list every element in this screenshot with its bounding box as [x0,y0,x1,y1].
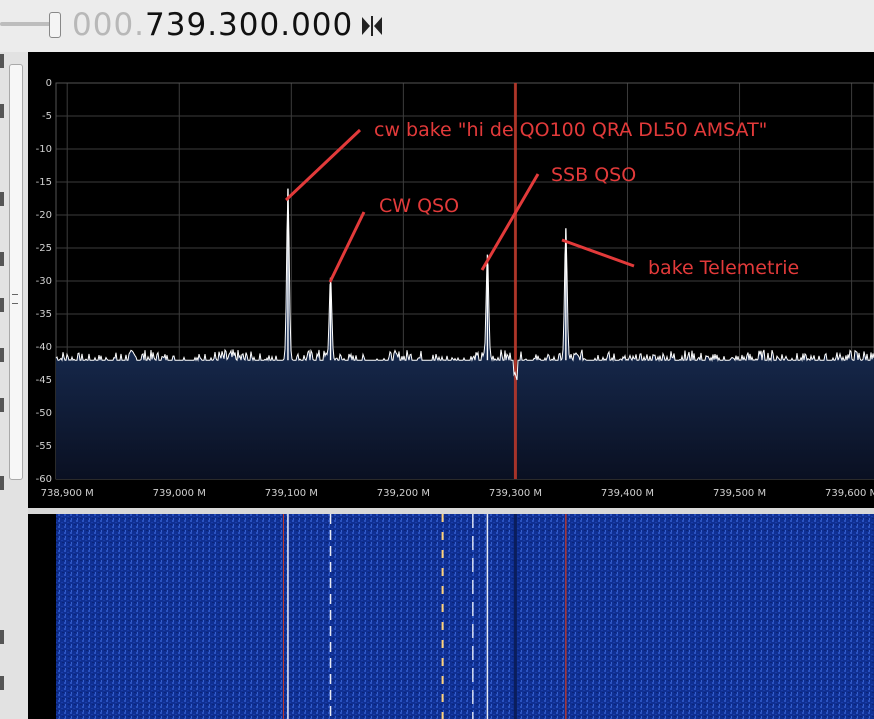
x-tick-label: 739,300 M [489,488,542,499]
side-button[interactable] [0,54,4,68]
side-button[interactable] [0,252,4,266]
y-tick-label: 0 [46,78,52,89]
scrollbar-grip-icon[interactable] [12,294,18,304]
gain-slider-track[interactable] [0,22,52,26]
annotation-cw-bake: cw bake "hi de QO100 QRA DL50 AMSAT" [374,119,767,141]
frequency-lock-icon[interactable] [360,14,384,38]
y-tick-label: -10 [36,144,52,155]
x-tick-label: 739,600 M [825,488,874,499]
y-tick-label: -30 [36,276,52,287]
side-button[interactable] [0,676,4,690]
waterfall-noise [56,514,874,719]
side-button[interactable] [0,104,4,118]
gain-slider-handle[interactable] [49,12,61,38]
top-toolbar: 000.739.300.000 [0,0,874,52]
annotation-ssb-qso: SSB QSO [551,164,636,186]
side-button[interactable] [0,348,4,362]
side-button[interactable] [0,398,4,412]
y-tick-label: -25 [36,243,52,254]
y-tick-label: -55 [36,441,52,452]
side-button[interactable] [0,192,4,206]
side-button[interactable] [0,630,4,644]
y-tick-label: -35 [36,309,52,320]
vertical-scrollbar[interactable] [9,64,23,480]
annotation-bake-telemetrie: bake Telemetrie [648,257,799,279]
x-tick-label: 739,400 M [601,488,654,499]
x-tick-label: 739,100 M [265,488,318,499]
y-tick-label: -60 [36,474,52,485]
waterfall-display[interactable] [28,514,874,719]
y-tick-label: -45 [36,375,52,386]
annotation-cw-qso: CW QSO [379,195,459,217]
y-tick-label: -5 [42,111,52,122]
side-panel [0,52,29,719]
spectrum-plot[interactable]: 0 -5 -10 -15 -20 -25 -30 -35 -40 -45 -50 -55 -60 738… [28,52,874,508]
y-tick-label: -15 [36,177,52,188]
frequency-leading-zeros: 000. [72,7,146,43]
frequency-display[interactable]: 000.739.300.000 [72,5,353,45]
y-tick-label: -50 [36,408,52,419]
x-tick-label: 739,500 M [713,488,766,499]
waterfall-signals [56,514,874,719]
y-tick-label: -40 [36,342,52,353]
y-tick-label: -20 [36,210,52,221]
frequency-value: 739.300.000 [145,7,354,43]
x-tick-label: 738,900 M [41,488,94,499]
side-button[interactable] [0,298,4,312]
side-button[interactable] [0,476,4,490]
x-tick-label: 739,000 M [153,488,206,499]
x-tick-label: 739,200 M [377,488,430,499]
